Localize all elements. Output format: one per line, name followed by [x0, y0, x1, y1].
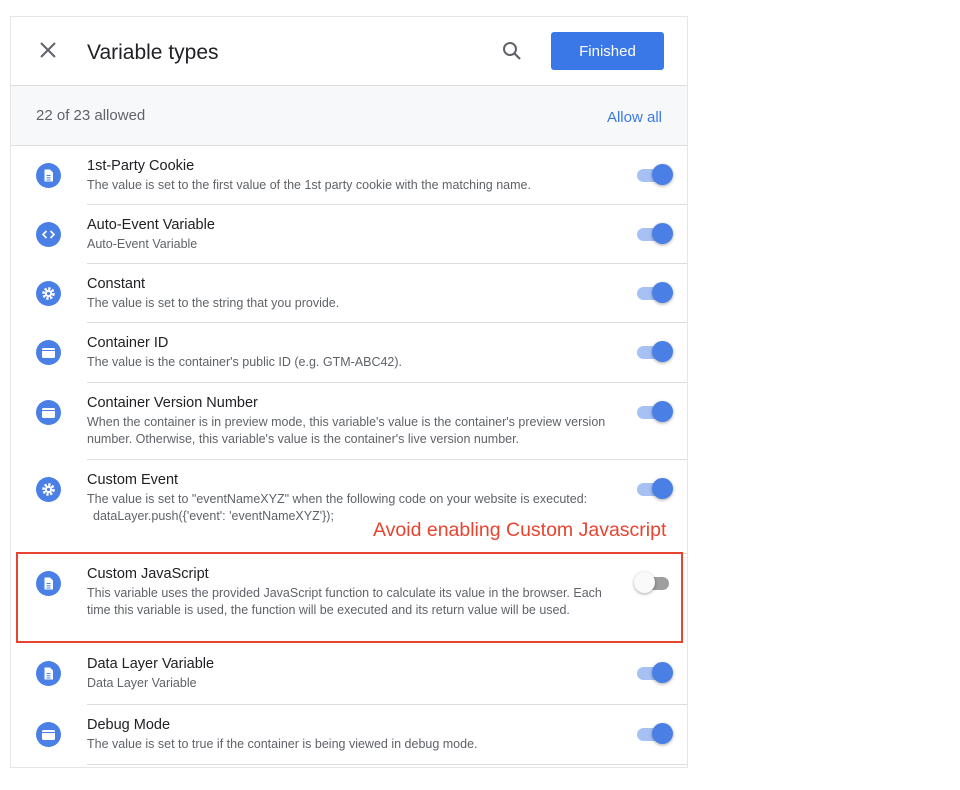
variable-name: Custom Event — [87, 472, 179, 488]
toggle-knob — [652, 478, 673, 499]
variable-description: The value is the container's public ID (… — [87, 354, 622, 371]
enable-toggle[interactable] — [635, 282, 673, 303]
code-icon — [36, 222, 61, 247]
enable-toggle[interactable] — [635, 723, 673, 744]
enable-toggle[interactable] — [635, 164, 673, 185]
description-text: Auto-Event Variable — [87, 237, 198, 251]
annotation-text: Avoid enabling Custom Javascript — [373, 519, 667, 541]
description-text: Data Layer Variable — [87, 676, 197, 690]
variable-description: Auto-Event Variable — [87, 236, 622, 253]
highlight-box — [16, 552, 683, 643]
variable-description: Data Layer Variable — [87, 675, 622, 692]
variable-description: The value is set to true if the containe… — [87, 736, 622, 753]
enable-toggle[interactable] — [635, 223, 673, 244]
description-text: The value is set to "eventNameXYZ" when … — [87, 492, 588, 506]
toggle-knob — [652, 282, 673, 303]
toggle-knob — [652, 662, 673, 683]
variable-description: The value is set to the first value of t… — [87, 177, 622, 194]
summary-bar: 22 of 23 allowed Allow all — [11, 86, 687, 146]
list-item: Container ID The value is the container'… — [11, 323, 687, 383]
variable-name: Data Layer Variable — [87, 656, 215, 672]
divider — [87, 764, 687, 765]
variable-name: Constant — [87, 276, 146, 292]
page-title: Variable types — [87, 41, 219, 64]
container-icon — [36, 340, 61, 365]
variable-name: 1st-Party Cookie — [87, 158, 195, 174]
toggle-knob — [652, 223, 673, 244]
toggle-knob — [652, 341, 673, 362]
list-item: Auto-Event Variable Auto-Event Variable — [11, 205, 687, 264]
toggle-knob — [652, 723, 673, 744]
variable-name: Auto-Event Variable — [87, 217, 215, 233]
list-item: Constant The value is set to the string … — [11, 264, 687, 323]
panel-header: Variable types Finished — [11, 17, 687, 86]
description-text: The value is set to the string that you … — [87, 296, 340, 310]
description-text: When the container is in preview mode, t… — [87, 415, 606, 446]
description-text: The value is the container's public ID (… — [87, 355, 403, 369]
allow-all-link[interactable]: Allow all — [607, 109, 662, 126]
enable-toggle[interactable] — [635, 662, 673, 683]
search-icon[interactable] — [501, 40, 523, 62]
document-icon — [36, 661, 61, 686]
enable-toggle[interactable] — [635, 401, 673, 422]
list-item: Data Layer Variable Data Layer Variable — [11, 644, 687, 705]
list-item: Container Version Number When the contai… — [11, 383, 687, 460]
variable-types-panel: Variable types Finished 22 of 23 allowed… — [10, 16, 688, 768]
enable-toggle[interactable] — [635, 478, 673, 499]
close-icon[interactable] — [37, 39, 59, 61]
variable-name: Debug Mode — [87, 717, 171, 733]
document-icon — [36, 163, 61, 188]
description-text: The value is set to true if the containe… — [87, 737, 478, 751]
finished-button[interactable]: Finished — [551, 32, 664, 70]
list-item: 1st-Party Cookie The value is set to the… — [11, 146, 687, 205]
variable-name: Container ID — [87, 335, 169, 351]
gear-icon — [36, 477, 61, 502]
container-icon — [36, 722, 61, 747]
gear-icon — [36, 281, 61, 306]
variable-description: When the container is in preview mode, t… — [87, 414, 622, 448]
variable-description: The value is set to the string that you … — [87, 295, 622, 312]
enable-toggle[interactable] — [635, 341, 673, 362]
container-icon — [36, 400, 61, 425]
variable-name: Container Version Number — [87, 395, 258, 411]
list-item: Debug Mode The value is set to true if t… — [11, 705, 687, 765]
allowed-count: 22 of 23 allowed — [36, 107, 146, 124]
description-text: The value is set to the first value of t… — [87, 178, 531, 192]
toggle-knob — [652, 401, 673, 422]
toggle-knob — [652, 164, 673, 185]
